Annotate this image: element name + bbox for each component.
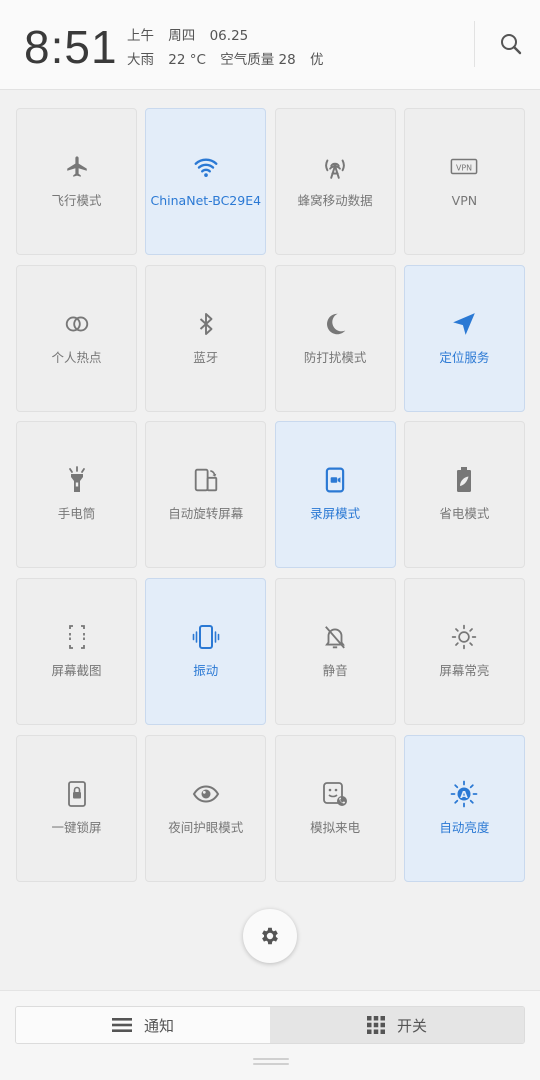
flashlight-icon: [63, 466, 91, 494]
air-quality: 空气质量 28: [220, 52, 296, 68]
svg-text:A: A: [461, 790, 469, 801]
toggle-tile[interactable]: 振动: [145, 578, 267, 726]
location-icon: [450, 310, 478, 338]
search-icon: [501, 34, 522, 55]
lock-icon: [63, 780, 91, 808]
eye-icon: [192, 780, 220, 808]
toggle-label: 蜂窝移动数据: [297, 193, 373, 208]
weather: 大雨: [127, 52, 154, 68]
toggle-tile[interactable]: 飞行模式: [16, 108, 137, 255]
gear-icon: [262, 927, 278, 945]
grid-icon: [366, 1016, 385, 1034]
tab-notifications[interactable]: 通知: [16, 1007, 270, 1043]
mute-icon: [321, 623, 349, 651]
toggle-label: VPN: [451, 193, 478, 208]
toggle-label: 个人热点: [51, 349, 102, 365]
temperature: 22 °C: [168, 52, 206, 68]
toggle-label: 一键锁屏: [51, 819, 102, 835]
toggle-tile[interactable]: 手电筒: [16, 421, 137, 569]
tab-switcher: 通知 开关: [15, 1006, 525, 1044]
toggle-label: 蓝牙: [193, 349, 219, 365]
toggle-label: 屏幕截图: [51, 663, 102, 679]
toggle-label: ChinaNet-BC29E4: [150, 193, 262, 208]
toggle-tile[interactable]: 自动旋转屏幕: [145, 421, 267, 569]
rotate-icon: [192, 466, 220, 494]
vibrate-icon: [192, 623, 220, 651]
tab-toggles[interactable]: 开关: [270, 1007, 524, 1043]
settings-button[interactable]: [243, 909, 297, 963]
tab-toggles-label: 开关: [396, 1016, 427, 1035]
auto-brightness-icon: A: [450, 780, 478, 808]
screen-record-icon: [321, 466, 349, 494]
search-button[interactable]: [474, 21, 524, 67]
toggle-label: 录屏模式: [310, 506, 361, 522]
toggle-tile[interactable]: A 自动亮度: [403, 734, 525, 882]
toggle-tile[interactable]: 屏幕常亮: [403, 578, 525, 726]
hotspot-icon: [63, 310, 91, 338]
menu-icon: [111, 1017, 132, 1033]
toggle-tile[interactable]: 蓝牙: [145, 264, 267, 412]
vpn-icon: VPN: [450, 153, 478, 181]
toggle-tile[interactable]: 一键锁屏: [16, 734, 137, 882]
toggle-tile[interactable]: 夜间护眼模式: [145, 734, 267, 882]
toggle-label: 自动旋转屏幕: [168, 506, 244, 522]
battery-saver-icon: [450, 466, 478, 494]
clock: 8:51: [24, 21, 118, 73]
toggle-label: 屏幕常亮: [439, 663, 490, 679]
toggle-tile[interactable]: 省电模式: [403, 421, 525, 569]
date: 06.25: [209, 28, 249, 44]
toggle-label: 飞行模式: [51, 193, 102, 208]
drag-handle[interactable]: [253, 1058, 289, 1066]
moon-icon: [321, 310, 349, 338]
toggle-tile[interactable]: 屏幕截图: [16, 578, 137, 726]
brightness-icon: [450, 623, 478, 651]
am-pm: 上午: [127, 28, 154, 44]
toggle-tile[interactable]: VPN VPN: [403, 108, 525, 255]
toggle-tile[interactable]: 个人热点: [16, 264, 137, 412]
toggle-label: 振动: [193, 663, 219, 679]
toggle-tile[interactable]: ChinaNet-BC29E4: [145, 108, 267, 255]
toggle-tile[interactable]: 定位服务: [403, 264, 525, 412]
bottom-bar: 通知 开关: [0, 990, 540, 1080]
cellular-icon: [321, 153, 349, 181]
tab-notifications-label: 通知: [143, 1016, 174, 1035]
toggle-grid: 飞行模式 ChinaNet-BC29E4 蜂窝移动数据 VPN VPN 个人热点 蓝牙 防打扰…: [16, 108, 525, 882]
toggle-label: 手电筒: [57, 506, 96, 522]
toggle-tile[interactable]: 静音: [274, 578, 396, 726]
toggle-tile[interactable]: 模拟来电: [274, 734, 396, 882]
toggle-label: 模拟来电: [310, 819, 361, 835]
toggle-label: 防打扰模式: [303, 349, 367, 365]
toggle-label: 定位服务: [439, 349, 490, 365]
toggle-label: 自动亮度: [439, 819, 490, 835]
toggle-label: 夜间护眼模式: [168, 819, 244, 835]
air-quality-level: 优: [310, 52, 324, 68]
status-header: 8:51 上午 周四 06.25 大雨 22 °C 空气质量 28 优: [0, 0, 540, 90]
date-weather-info: 上午 周四 06.25 大雨 22 °C 空气质量 28 优: [127, 24, 334, 72]
airplane-icon: [63, 153, 91, 181]
wifi-icon: [192, 153, 220, 181]
bluetooth-icon: [192, 310, 220, 338]
screenshot-icon: [63, 623, 91, 651]
toggle-label: 省电模式: [439, 506, 490, 522]
svg-text:VPN: VPN: [456, 163, 472, 172]
weekday: 周四: [168, 28, 196, 44]
toggle-tile[interactable]: 录屏模式: [274, 421, 396, 569]
toggle-label: 静音: [322, 663, 348, 679]
fake-call-icon: [321, 780, 349, 808]
toggle-tile[interactable]: 防打扰模式: [274, 264, 396, 412]
toggle-tile[interactable]: 蜂窝移动数据: [274, 108, 396, 255]
